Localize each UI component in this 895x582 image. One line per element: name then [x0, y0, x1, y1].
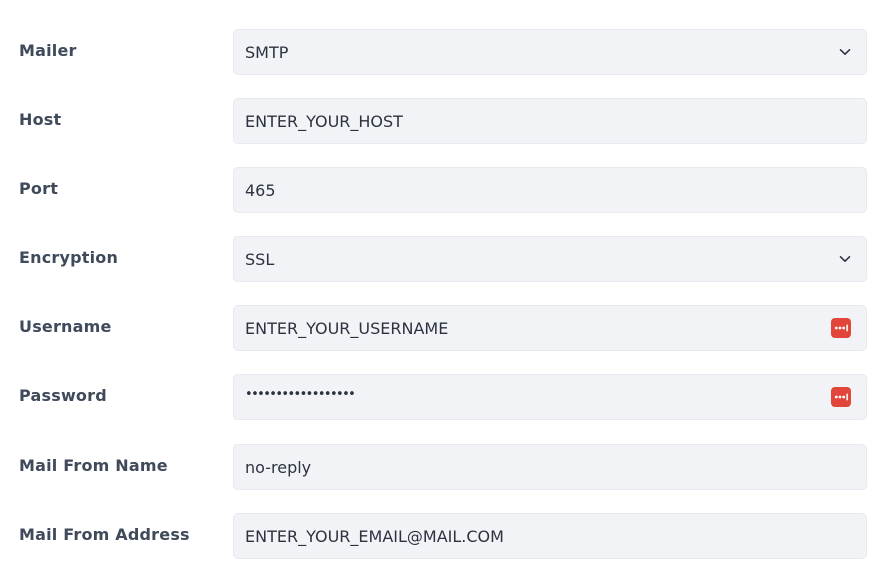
password-row: Password ••••••••••••••••••: [0, 374, 895, 420]
password-input[interactable]: ••••••••••••••••••: [233, 374, 867, 420]
password-manager-icon[interactable]: [831, 387, 851, 407]
chevron-down-icon: [839, 49, 851, 55]
host-input[interactable]: ENTER_YOUR_HOST: [233, 98, 867, 144]
mailer-selected-value: SMTP: [245, 43, 289, 62]
encryption-label: Encryption: [19, 248, 119, 267]
port-input[interactable]: 465: [233, 167, 867, 213]
password-manager-icon[interactable]: [831, 318, 851, 338]
mail-from-name-input-value: no-reply: [245, 458, 312, 477]
host-label: Host: [19, 110, 62, 129]
port-row: Port 465: [0, 167, 895, 213]
mailer-select[interactable]: SMTP: [233, 29, 867, 75]
mail-from-address-input[interactable]: ENTER_YOUR_EMAIL@MAIL.COM: [233, 513, 867, 559]
password-masked-value: ••••••••••••••••••: [245, 387, 356, 402]
encryption-select[interactable]: SSL: [233, 236, 867, 282]
chevron-down-icon: [839, 256, 851, 262]
port-label: Port: [19, 179, 59, 198]
username-row: Username ENTER_YOUR_USERNAME: [0, 305, 895, 351]
host-input-value: ENTER_YOUR_HOST: [245, 112, 403, 131]
encryption-selected-value: SSL: [245, 250, 275, 269]
mail-from-name-input[interactable]: no-reply: [233, 444, 867, 490]
encryption-row: Encryption SSL: [0, 236, 895, 282]
username-input[interactable]: ENTER_YOUR_USERNAME: [233, 305, 867, 351]
username-input-value: ENTER_YOUR_USERNAME: [245, 319, 449, 338]
mailer-row: Mailer SMTP: [0, 29, 895, 75]
mail-from-address-label: Mail From Address: [19, 525, 190, 544]
mailer-label: Mailer: [19, 41, 77, 60]
username-label: Username: [19, 317, 112, 336]
mail-settings-form: Mailer SMTP Host ENTER_YOUR_HOST Port 46…: [0, 0, 895, 582]
port-input-value: 465: [245, 181, 276, 200]
host-row: Host ENTER_YOUR_HOST: [0, 98, 895, 144]
mail-from-address-input-value: ENTER_YOUR_EMAIL@MAIL.COM: [245, 527, 504, 546]
password-label: Password: [19, 386, 107, 405]
mail-from-name-label: Mail From Name: [19, 456, 168, 475]
mail-from-name-row: Mail From Name no-reply: [0, 444, 895, 490]
mail-from-address-row: Mail From Address ENTER_YOUR_EMAIL@MAIL.…: [0, 513, 895, 559]
